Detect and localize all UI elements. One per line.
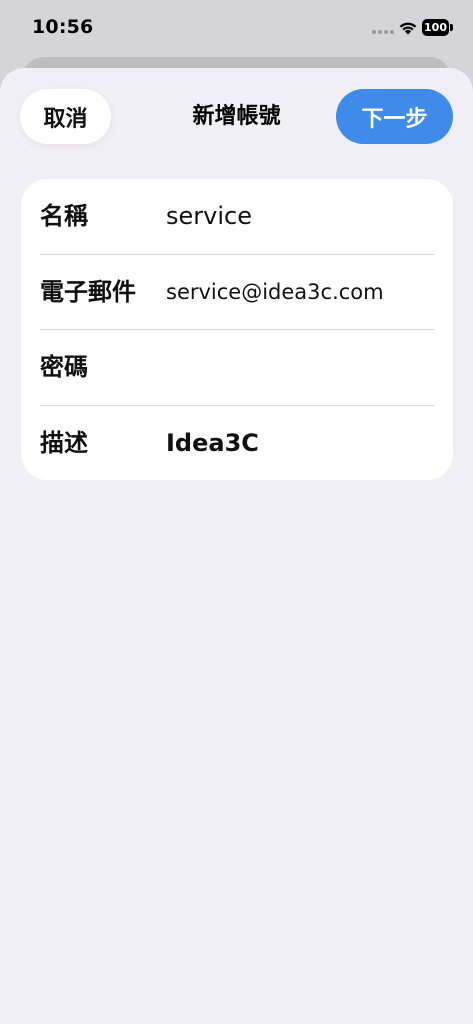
- cellular-signal-icon: [372, 30, 396, 34]
- status-bar: 10:56 100: [0, 0, 473, 56]
- next-button[interactable]: 下一步: [336, 89, 453, 144]
- name-field[interactable]: service: [166, 179, 252, 254]
- password-row[interactable]: 密碼: [21, 330, 453, 405]
- battery-level: 100: [422, 19, 449, 36]
- description-field[interactable]: Idea3C: [166, 406, 259, 481]
- wifi-icon: [399, 22, 417, 35]
- name-row[interactable]: 名稱 service: [21, 179, 453, 254]
- add-account-sheet: 取消 新增帳號 下一步 名稱 service 電子郵件 service@idea…: [0, 68, 473, 1024]
- email-field[interactable]: service@idea3c.com: [166, 255, 384, 330]
- email-label: 電子郵件: [40, 278, 136, 306]
- name-label: 名稱: [40, 202, 88, 230]
- account-form: 名稱 service 電子郵件 service@idea3c.com 密碼 描述…: [21, 179, 453, 480]
- description-row[interactable]: 描述 Idea3C: [21, 406, 453, 481]
- password-label: 密碼: [40, 353, 88, 381]
- email-row[interactable]: 電子郵件 service@idea3c.com: [21, 255, 453, 330]
- description-label: 描述: [40, 429, 88, 457]
- status-time: 10:56: [32, 16, 94, 38]
- battery-icon: 100: [422, 19, 454, 36]
